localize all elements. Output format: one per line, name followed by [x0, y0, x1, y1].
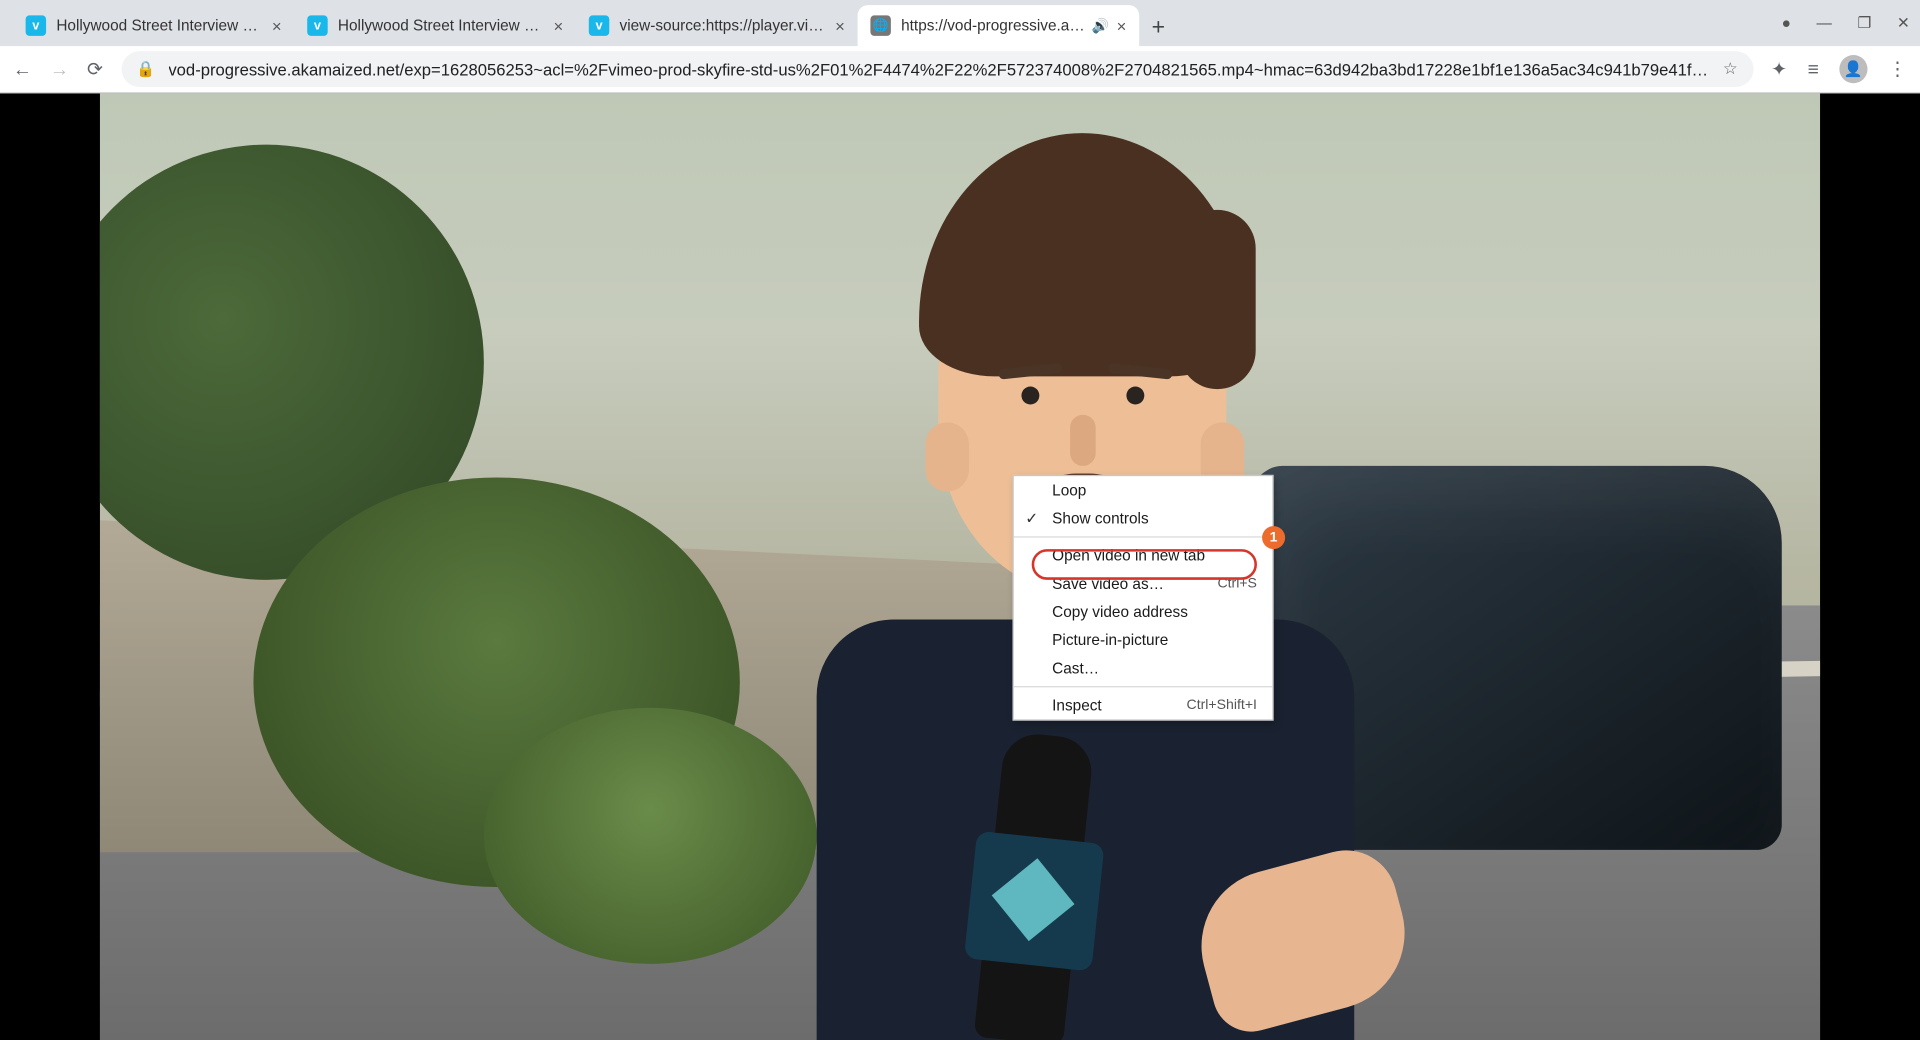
window-minimize-icon[interactable]: — [1817, 14, 1832, 32]
menu-item-copy-video-address[interactable]: Copy video address [1014, 598, 1273, 626]
globe-favicon: 🌐 [870, 15, 890, 35]
lock-icon: 🔒 [136, 60, 155, 78]
vimeo-favicon: v [589, 15, 609, 35]
extensions-icon[interactable]: ✦ [1771, 58, 1787, 81]
close-tab-icon[interactable]: × [272, 16, 282, 35]
vimeo-favicon: v [26, 15, 46, 35]
menu-separator [1014, 536, 1273, 537]
window-close-icon[interactable]: ✕ [1897, 14, 1910, 32]
reload-icon[interactable]: ⟳ [87, 58, 103, 81]
menu-label: Save video as… [1052, 575, 1164, 593]
video-player[interactable]: Loop Show controls Open video in new tab… [100, 93, 1820, 1040]
menu-label: Show controls [1052, 509, 1148, 527]
vimeo-favicon: v [307, 15, 327, 35]
annotation-marker-1: 1 [1262, 526, 1285, 549]
menu-label: Cast… [1052, 659, 1099, 677]
chrome-menu-icon[interactable]: ⋮ [1888, 58, 1907, 81]
menu-label: Inspect [1052, 696, 1102, 714]
reading-list-icon[interactable]: ≡ [1808, 58, 1819, 80]
close-tab-icon[interactable]: × [553, 16, 563, 35]
menu-item-show-controls[interactable]: Show controls [1014, 504, 1273, 532]
menu-label: Loop [1052, 481, 1086, 499]
forward-icon: → [50, 58, 69, 80]
menu-label: Open video in new tab [1052, 547, 1205, 565]
menu-label: Copy video address [1052, 603, 1188, 621]
browser-tab[interactable]: v view-source:https://player.vimeo × [576, 5, 858, 46]
tab-title: view-source:https://player.vimeo [620, 17, 828, 35]
page-content: Loop Show controls Open video in new tab… [0, 93, 1920, 1040]
profile-avatar[interactable]: 👤 [1839, 55, 1867, 83]
menu-separator [1014, 686, 1273, 687]
window-maximize-icon[interactable]: ❐ [1858, 14, 1872, 32]
menu-item-inspect[interactable]: Inspect Ctrl+Shift+I [1014, 691, 1273, 719]
address-bar[interactable]: 🔒 vod-progressive.akamaized.net/exp=1628… [121, 51, 1753, 87]
new-tab-button[interactable]: + [1139, 8, 1177, 46]
menu-shortcut: Ctrl+S [1217, 576, 1257, 591]
menu-item-save-video-as[interactable]: Save video as… Ctrl+S [1014, 570, 1273, 598]
star-icon[interactable]: ☆ [1723, 59, 1738, 79]
browser-tab[interactable]: v Hollywood Street Interview with × [294, 5, 576, 46]
close-tab-icon[interactable]: × [1117, 16, 1127, 35]
menu-shortcut: Ctrl+Shift+I [1187, 698, 1257, 713]
tab-audio-icon[interactable]: 🔊 [1091, 17, 1109, 34]
browser-tab-strip: v Hollywood Street Interview with × v Ho… [0, 0, 1920, 46]
menu-item-picture-in-picture[interactable]: Picture-in-picture [1014, 626, 1273, 654]
tab-title: Hollywood Street Interview with [56, 17, 264, 35]
video-context-menu: Loop Show controls Open video in new tab… [1012, 475, 1273, 721]
menu-item-open-new-tab[interactable]: Open video in new tab [1014, 541, 1273, 569]
chrome-account-icon[interactable]: ● [1782, 14, 1791, 32]
menu-label: Picture-in-picture [1052, 631, 1168, 649]
tab-title: Hollywood Street Interview with [338, 17, 546, 35]
browser-tab-active[interactable]: 🌐 https://vod-progressive.akam 🔊 × [858, 5, 1140, 46]
menu-item-loop[interactable]: Loop [1014, 476, 1273, 504]
url-text: vod-progressive.akamaized.net/exp=162805… [168, 60, 1712, 79]
browser-toolbar: ← → ⟳ 🔒 vod-progressive.akamaized.net/ex… [0, 46, 1920, 93]
close-tab-icon[interactable]: × [835, 16, 845, 35]
menu-item-cast[interactable]: Cast… [1014, 654, 1273, 682]
tab-title: https://vod-progressive.akam [901, 17, 1086, 35]
browser-tab[interactable]: v Hollywood Street Interview with × [13, 5, 295, 46]
back-icon[interactable]: ← [13, 58, 32, 80]
